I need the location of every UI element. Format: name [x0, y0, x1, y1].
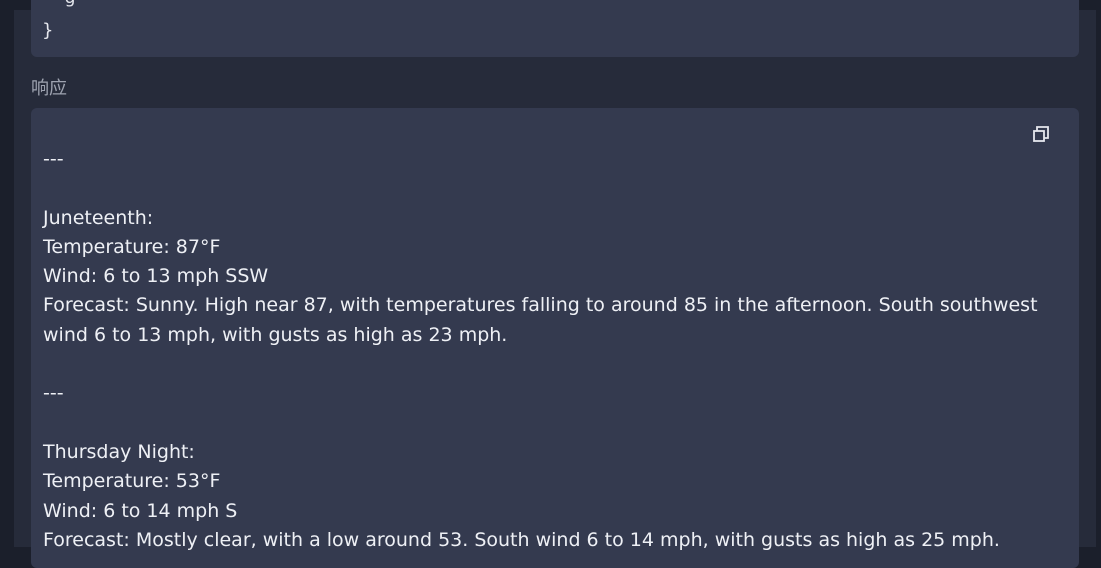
request-closing-brace: } — [42, 20, 54, 41]
response-body: --- Juneteenth: Temperature: 87°F Wind: … — [43, 148, 1038, 551]
request-code-block: g } — [31, 0, 1079, 57]
copy-icon — [1033, 126, 1049, 142]
response-section-label: 响应 — [31, 78, 67, 99]
copy-button[interactable] — [1028, 122, 1052, 146]
response-code-block: --- Juneteenth: Temperature: 87°F Wind: … — [31, 108, 1079, 568]
request-code-tail: g — [43, 0, 76, 8]
